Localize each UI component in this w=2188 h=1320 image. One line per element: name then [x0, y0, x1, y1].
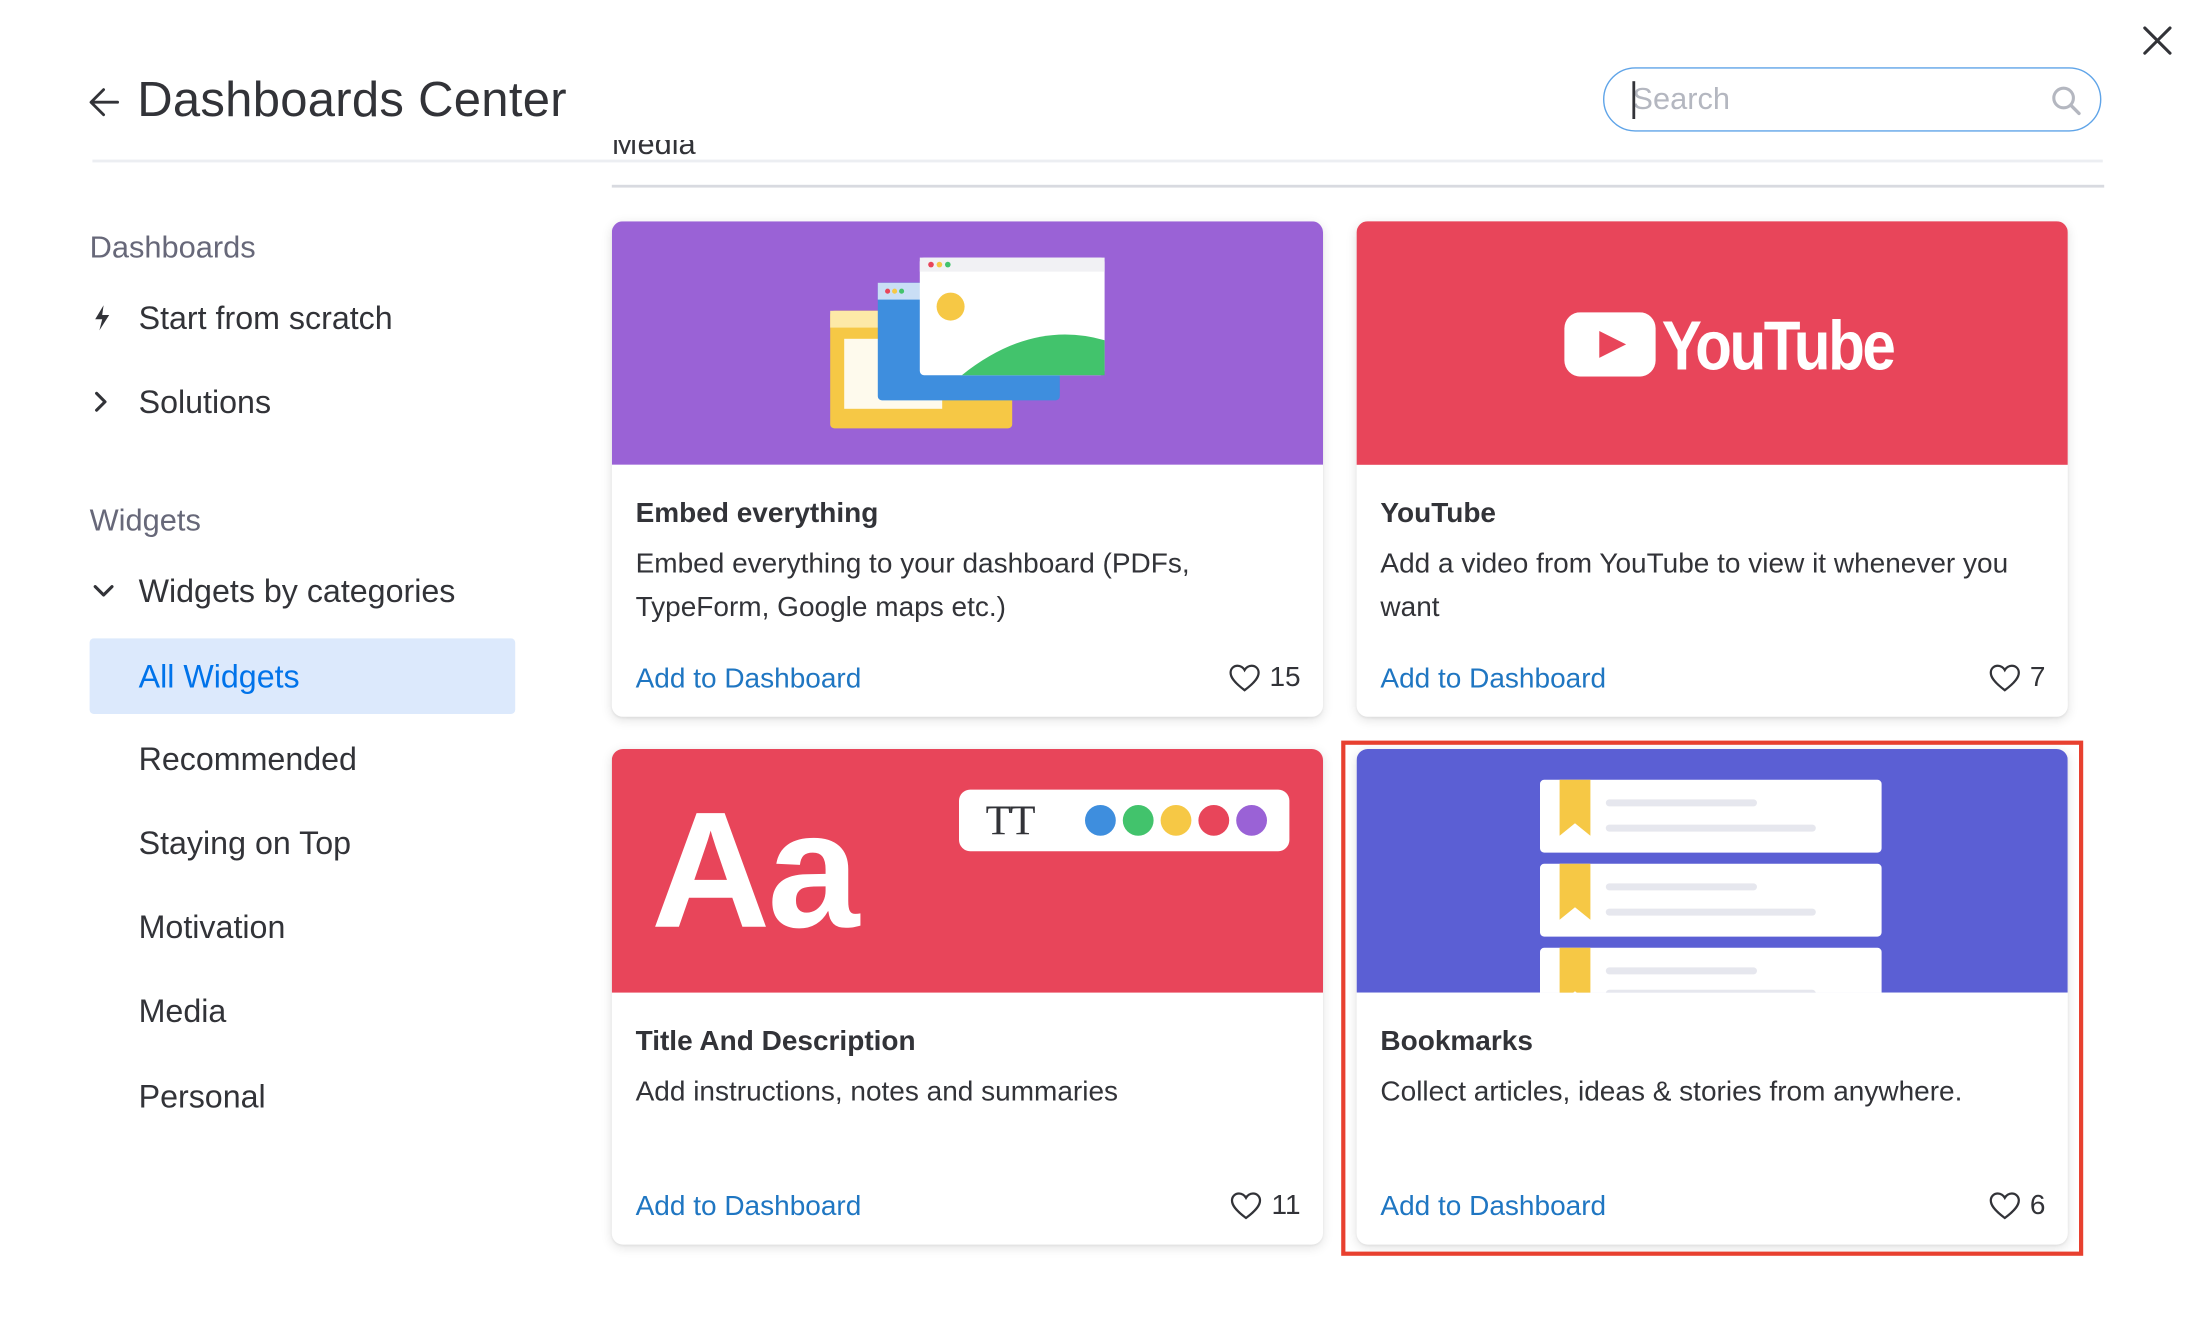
sidebar-item-label: Media [138, 992, 227, 1029]
sidebar-group-widgets-by-categories[interactable]: Widgets by categories [90, 553, 516, 629]
youtube-logo-text: YouTube [1661, 306, 1896, 385]
add-to-dashboard-link[interactable]: Add to Dashboard [636, 1191, 862, 1223]
color-swatches [1085, 805, 1267, 836]
back-arrow-icon[interactable] [87, 84, 123, 120]
typography-banner: Aa TT [611, 749, 1323, 993]
widget-card-embed-everything[interactable]: Embed everything Embed everything to you… [611, 221, 1323, 717]
sidebar-heading-dashboards: Dashboards [89, 229, 256, 265]
sidebar-item-personal[interactable]: Personal [90, 1058, 516, 1134]
sidebar-heading-widgets: Widgets [89, 502, 201, 538]
chevron-down-icon [93, 585, 114, 597]
highlight-box [1341, 740, 2084, 1256]
sidebar-item-label: Recommended [138, 740, 357, 777]
sidebar-item-staying-on-top[interactable]: Staying on Top [90, 805, 516, 881]
search-icon[interactable] [2050, 84, 2084, 118]
page-title: Dashboards Center [137, 72, 567, 128]
sidebar-item-label: All Widgets [138, 658, 300, 695]
heart-icon [1231, 1192, 1262, 1220]
card-description: Add instructions, notes and summaries [635, 1076, 1119, 1108]
section-heading: Media [612, 140, 2104, 188]
section-divider [611, 184, 2105, 187]
close-icon[interactable] [2136, 20, 2178, 62]
card-title: YouTube [1380, 498, 1497, 530]
sidebar-item-label: Motivation [138, 908, 286, 945]
sidebar-item-start-from-scratch[interactable]: Start from scratch [90, 280, 516, 356]
sidebar-item-motivation[interactable]: Motivation [90, 889, 516, 965]
sidebar-item-label: Staying on Top [138, 824, 352, 861]
sidebar-item-all-widgets[interactable]: All Widgets [89, 638, 516, 714]
add-to-dashboard-link[interactable]: Add to Dashboard [636, 664, 862, 696]
card-description: Embed everything to your dashboard (PDFs… [635, 548, 1190, 623]
sidebar-item-recommended[interactable]: Recommended [90, 721, 516, 797]
text-size-label: TT [985, 798, 1036, 845]
search-input[interactable] [1632, 82, 2025, 117]
heart-icon [1989, 664, 2020, 692]
youtube-play-icon [1564, 312, 1656, 377]
sidebar-item-media[interactable]: Media [90, 973, 516, 1049]
sidebar-item-label: Solutions [138, 383, 272, 420]
widget-card-youtube[interactable]: YouTube YouTube Add a video from YouTube… [1356, 221, 2068, 717]
text-cursor [1632, 81, 1635, 119]
heart-icon [1229, 664, 1260, 692]
widget-card-title-and-description[interactable]: Aa TT Title And Description Add instruct… [611, 749, 1323, 1245]
lightning-icon [95, 305, 110, 331]
youtube-banner: YouTube [1356, 221, 2068, 465]
likes-count: 15 [1269, 661, 1301, 693]
section-label: Media [611, 140, 696, 161]
card-title: Title And Description [635, 1026, 916, 1057]
text-style-chip: TT [959, 789, 1290, 852]
banner-big-text: Aa [651, 778, 859, 964]
chevron-right-icon [95, 391, 107, 412]
embed-illustration [611, 221, 1323, 465]
likes-count: 7 [2029, 661, 2046, 693]
search-box[interactable] [1603, 67, 2102, 132]
card-description: Add a video from YouTube to view it when… [1380, 548, 2009, 623]
likes-counter[interactable]: 15 [1227, 659, 1301, 695]
likes-counter[interactable]: 11 [1230, 1187, 1301, 1223]
sidebar-item-solutions[interactable]: Solutions [90, 364, 516, 440]
sidebar-item-label: Start from scratch [138, 299, 393, 336]
sidebar-item-label: Personal [138, 1078, 266, 1115]
likes-count: 11 [1271, 1189, 1301, 1221]
dashboards-center-page: Dashboards Center Media Dashboards Start… [0, 0, 2188, 1320]
add-to-dashboard-link[interactable]: Add to Dashboard [1380, 664, 1606, 696]
sidebar-item-label: Widgets by categories [138, 572, 456, 609]
card-title: Embed everything [635, 498, 879, 530]
likes-counter[interactable]: 7 [1988, 659, 2046, 695]
